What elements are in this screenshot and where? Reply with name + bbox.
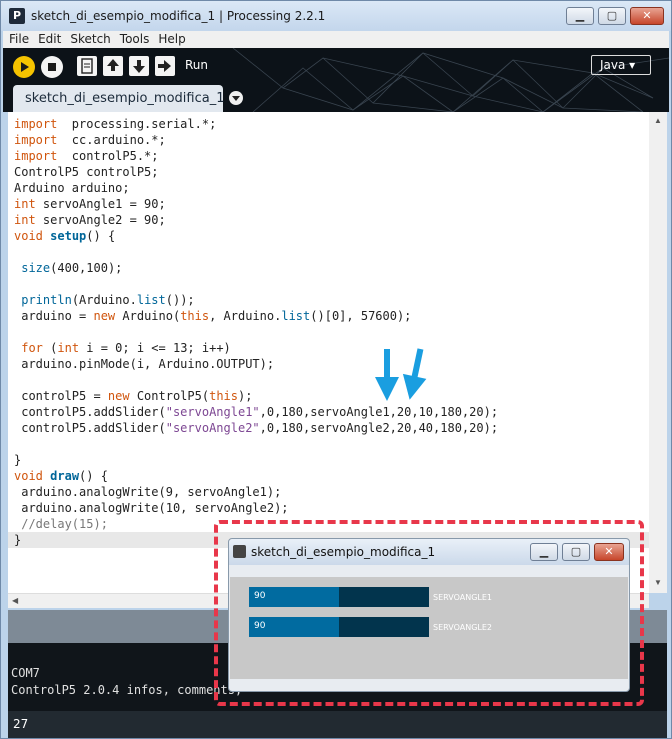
code-line[interactable]	[14, 244, 498, 260]
code-line[interactable]: arduino.analogWrite(10, servoAngle2);	[14, 500, 498, 516]
code-line[interactable]: Arduino arduino;	[14, 180, 498, 196]
arrow-up-icon	[107, 59, 119, 71]
code-line[interactable]: int servoAngle1 = 90;	[14, 196, 498, 212]
menu-file[interactable]: File	[3, 31, 32, 46]
code-line[interactable]: arduino.analogWrite(9, servoAngle1);	[14, 484, 498, 500]
run-button[interactable]	[13, 56, 35, 78]
menu-sketch[interactable]: Sketch	[64, 31, 113, 46]
save-button[interactable]	[129, 56, 149, 76]
new-file-icon	[81, 58, 93, 74]
line-number-status: 27	[8, 711, 667, 738]
code-line[interactable]: }	[14, 452, 498, 468]
code-line[interactable]: println(Arduino.list());	[14, 292, 498, 308]
code-line[interactable]: int servoAngle2 = 90;	[14, 212, 498, 228]
code-line[interactable]: void setup() {	[14, 228, 498, 244]
maximize-button[interactable]: ▢	[598, 7, 626, 25]
window-title: sketch_di_esempio_modifica_1 | Processin…	[31, 9, 326, 23]
menu-edit[interactable]: Edit	[32, 31, 64, 46]
play-icon	[21, 62, 29, 72]
code-line[interactable]	[14, 436, 498, 452]
stop-icon	[48, 63, 56, 71]
code-line[interactable]	[14, 324, 498, 340]
menu-tools[interactable]: Tools	[114, 31, 153, 46]
arrow-right-icon	[158, 60, 171, 72]
code-line[interactable]: size(400,100);	[14, 260, 498, 276]
code-line[interactable]	[14, 276, 498, 292]
open-button[interactable]	[103, 56, 123, 76]
code-line[interactable]: import processing.serial.*;	[14, 116, 498, 132]
code-line[interactable]: import cc.arduino.*;	[14, 132, 498, 148]
code-line[interactable]: arduino = new Arduino(this, Arduino.list…	[14, 308, 498, 324]
tab-sketch[interactable]: sketch_di_esempio_modifica_1	[13, 85, 225, 112]
minimize-button[interactable]: ▁	[566, 7, 594, 25]
code-line[interactable]: void draw() {	[14, 468, 498, 484]
chevron-down-icon	[232, 96, 240, 101]
annotation-arrows	[375, 348, 427, 401]
export-button[interactable]	[155, 56, 175, 76]
code-line[interactable]: ControlP5 controlP5;	[14, 164, 498, 180]
code-text[interactable]: import processing.serial.*; import cc.ard…	[14, 116, 498, 548]
tab-menu-button[interactable]	[229, 91, 243, 105]
arrow-down-icon	[133, 60, 145, 73]
code-line[interactable]: import controlP5.*;	[14, 148, 498, 164]
arrow-down-icon	[375, 349, 399, 401]
scroll-down-arrow-icon[interactable]: ▼	[654, 578, 662, 587]
console-line: COM7	[11, 666, 40, 680]
menu-help[interactable]: Help	[152, 31, 188, 46]
menu-bar: File Edit Sketch Tools Help	[3, 31, 669, 48]
code-line[interactable]: controlP5.addSlider("servoAngle2",0,180,…	[14, 420, 498, 436]
annotation-highlight-box	[214, 520, 644, 706]
stop-button[interactable]	[41, 56, 63, 78]
processing-logo-icon: P	[9, 8, 25, 24]
code-line[interactable]: controlP5.addSlider("servoAngle1",0,180,…	[14, 404, 498, 420]
toolbar: Run Java ▾ sketch_di_esempio_modifica_1	[3, 48, 669, 112]
close-button[interactable]: ✕	[630, 7, 664, 25]
arrow-down-icon	[402, 348, 427, 400]
scroll-left-arrow-icon[interactable]: ◀	[12, 596, 18, 605]
scroll-up-arrow-icon[interactable]: ▲	[654, 116, 662, 125]
title-bar: P sketch_di_esempio_modifica_1 | Process…	[1, 1, 671, 31]
new-button[interactable]	[77, 56, 97, 76]
mode-selector[interactable]: Java ▾	[591, 55, 651, 75]
run-label: Run	[185, 58, 209, 72]
editor-vertical-scrollbar[interactable]: ▲ ▼	[649, 112, 667, 593]
